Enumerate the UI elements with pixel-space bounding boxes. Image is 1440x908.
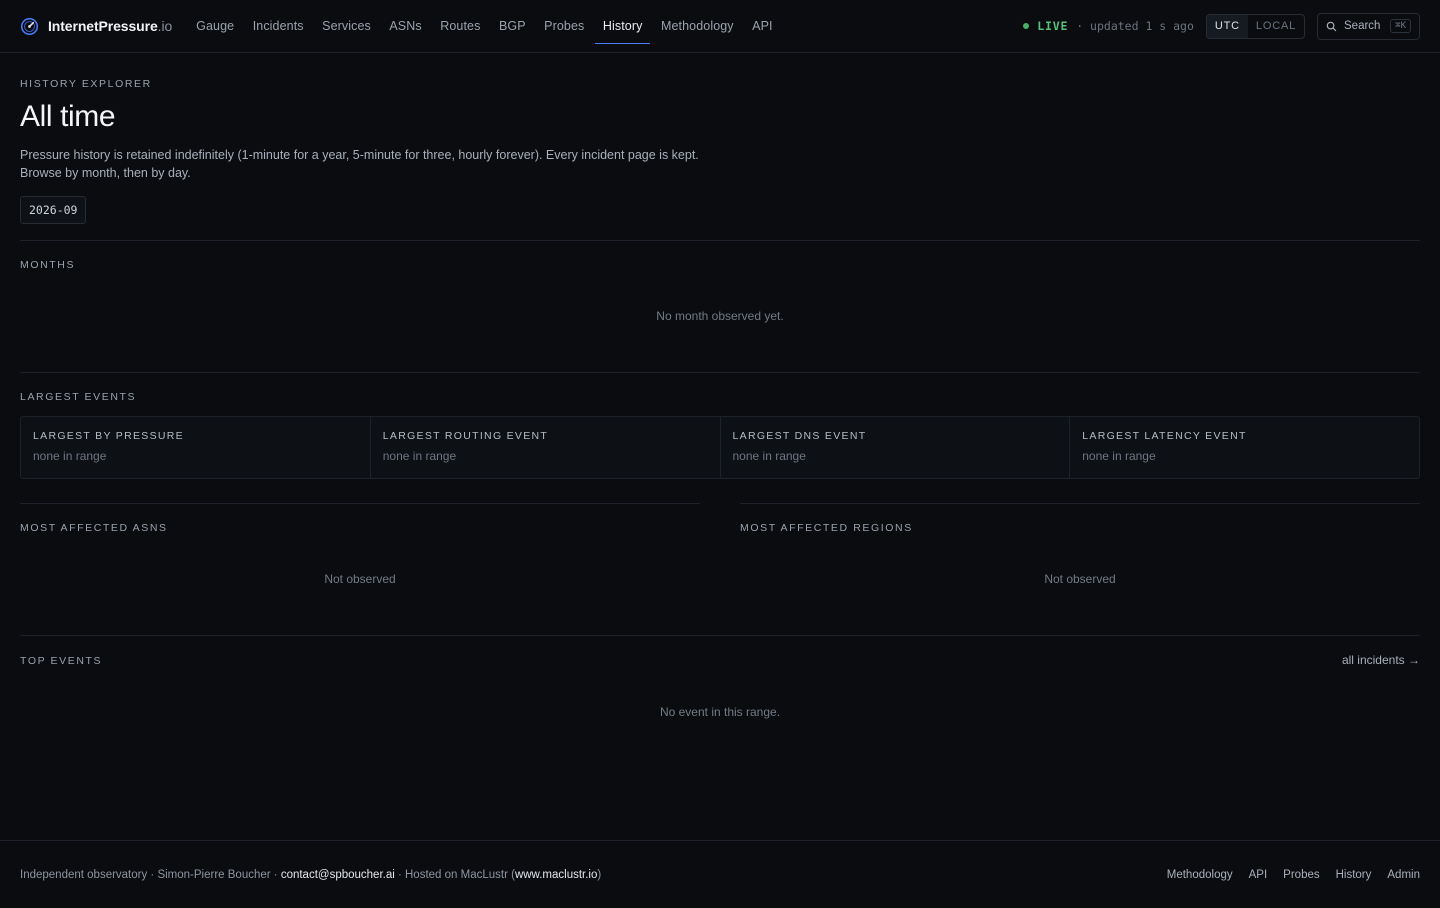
footer-suffix: ) (597, 868, 602, 881)
search-icon (1326, 21, 1337, 31)
footer-links: Methodology API Probes History Admin (1167, 869, 1420, 881)
footer-credits: Independent observatory · Simon-Pierre B… (20, 869, 601, 881)
nav-history[interactable]: History (594, 13, 651, 44)
footer-hosted: · Hosted on MacLustr ( (394, 868, 515, 881)
months-empty-message: No month observed yet. (656, 309, 784, 323)
all-incidents-link[interactable]: all incidents → (1342, 653, 1420, 667)
footer-link-history[interactable]: History (1336, 869, 1372, 881)
footer: Independent observatory · Simon-Pierre B… (0, 840, 1440, 908)
event-card-value: none in range (33, 449, 107, 463)
divider (20, 635, 1420, 636)
nav-routes[interactable]: Routes (432, 13, 488, 39)
nav-bgp[interactable]: BGP (491, 13, 534, 39)
event-card-title: LARGEST BY PRESSURE (33, 430, 184, 442)
most-affected-regions-label: MOST AFFECTED REGIONS (740, 522, 913, 534)
largest-routing-event-card: LARGEST ROUTING EVENT none in range (371, 417, 721, 478)
search-button[interactable]: Search ⌘K (1317, 12, 1420, 40)
live-dot-icon (1023, 23, 1030, 29)
brand-logo[interactable]: InternetPressure.io (20, 17, 172, 36)
top-events-label: TOP EVENTS (20, 655, 103, 667)
nav-probes[interactable]: Probes (536, 13, 592, 39)
live-label: LIVE (1037, 19, 1069, 33)
month-chip-2026-09[interactable]: 2026-09 (20, 196, 87, 224)
largest-by-pressure-card: LARGEST BY PRESSURE none in range (21, 417, 371, 478)
description-line-1: Pressure history is retained indefinitel… (20, 148, 699, 162)
divider (20, 372, 1420, 373)
footer-host-link[interactable]: www.maclustr.io (515, 869, 597, 881)
event-card-value: none in range (732, 449, 806, 463)
live-status: LIVE · updated 1 s ago (1023, 19, 1194, 33)
search-label: Search (1344, 20, 1381, 32)
divider (20, 240, 1420, 241)
footer-prefix: Independent observatory · Simon-Pierre B… (20, 868, 281, 881)
page-eyebrow: HISTORY EXPLORER (20, 78, 152, 90)
event-card-title: LARGEST LATENCY EVENT (1082, 430, 1247, 442)
nav-api[interactable]: API (744, 13, 780, 39)
largest-dns-event-card: LARGEST DNS EVENT none in range (721, 417, 1071, 478)
updated-text: · updated 1 s ago (1076, 19, 1194, 33)
event-card-title: LARGEST ROUTING EVENT (382, 430, 549, 442)
timezone-local-button[interactable]: LOCAL (1248, 15, 1304, 38)
description-line-2: Browse by month, then by day. (20, 166, 191, 180)
search-shortcut: ⌘K (1390, 19, 1411, 33)
event-card-value: none in range (1082, 449, 1156, 463)
divider (740, 503, 1420, 504)
page-title: All time (20, 100, 116, 133)
regions-empty-message: Not observed (1044, 572, 1116, 586)
largest-events-label: LARGEST EVENTS (20, 391, 137, 403)
footer-link-admin[interactable]: Admin (1387, 869, 1420, 881)
most-affected-asns-label: MOST AFFECTED ASNS (20, 522, 168, 534)
months-section-label: MONTHS (20, 259, 76, 271)
topbar-right: LIVE · updated 1 s ago UTC LOCAL Search … (1023, 12, 1420, 40)
top-navigation-bar: InternetPressure.io Gauge Incidents Serv… (0, 0, 1440, 53)
footer-link-probes[interactable]: Probes (1283, 869, 1319, 881)
footer-link-methodology[interactable]: Methodology (1167, 869, 1233, 881)
nav-asns[interactable]: ASNs (381, 13, 429, 39)
asns-empty-message: Not observed (324, 572, 396, 586)
brand-name: InternetPressure.io (48, 18, 173, 34)
gauge-icon (20, 17, 39, 35)
main-nav: Gauge Incidents Services ASNs Routes BGP… (188, 13, 783, 44)
footer-link-api[interactable]: API (1249, 869, 1268, 881)
divider (20, 503, 700, 504)
nav-methodology[interactable]: Methodology (653, 13, 742, 39)
event-card-value: none in range (382, 449, 457, 463)
footer-email-link[interactable]: contact@spboucher.ai (281, 869, 395, 881)
page-description: Pressure history is retained indefinitel… (20, 146, 780, 182)
event-card-title: LARGEST DNS EVENT (732, 430, 867, 442)
nav-incidents[interactable]: Incidents (245, 13, 312, 39)
timezone-toggle: UTC LOCAL (1205, 13, 1305, 39)
largest-events-grid: LARGEST BY PRESSURE none in range LARGES… (20, 416, 1420, 479)
nav-services[interactable]: Services (314, 13, 379, 39)
nav-gauge[interactable]: Gauge (188, 13, 242, 39)
top-events-empty-message: No event in this range. (659, 705, 781, 719)
timezone-utc-button[interactable]: UTC (1206, 14, 1248, 38)
largest-latency-event-card: LARGEST LATENCY EVENT none in range (1070, 417, 1419, 478)
